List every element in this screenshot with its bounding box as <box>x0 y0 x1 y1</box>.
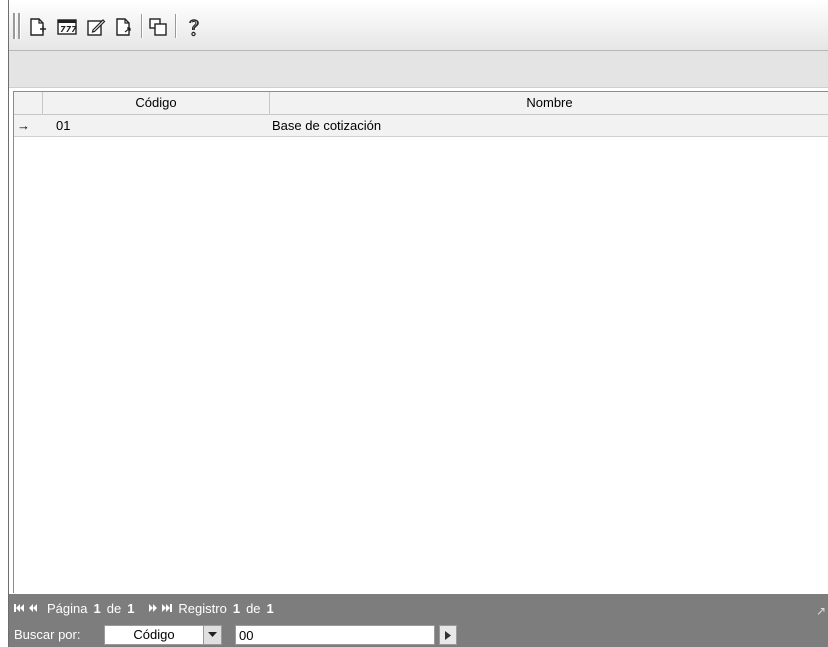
column-header-nombre[interactable]: Nombre <box>270 92 828 114</box>
copy-window-icon <box>149 18 167 36</box>
export-button[interactable] <box>113 16 135 38</box>
new-record-button[interactable] <box>27 16 49 38</box>
record-label: Registro <box>178 601 227 616</box>
search-go-button[interactable] <box>439 625 457 645</box>
page-total: 1 <box>127 601 135 616</box>
toolbar-grip-2[interactable] <box>18 13 21 39</box>
search-input[interactable] <box>235 625 435 645</box>
copy-window-button[interactable] <box>147 16 169 38</box>
new-document-icon <box>30 18 46 36</box>
grid-header: Código Nombre <box>14 92 828 115</box>
export-icon <box>116 18 131 36</box>
record-total: 1 <box>266 601 274 616</box>
next-page-button[interactable] <box>148 601 158 617</box>
prev-page-button[interactable] <box>28 601 38 617</box>
column-header-codigo[interactable]: Código <box>43 92 270 114</box>
toolbar: 777 <box>9 0 828 51</box>
page-of-label: de <box>106 601 122 616</box>
help-button[interactable] <box>183 16 205 38</box>
page-label: Página <box>47 601 88 616</box>
prev-page-icon <box>29 604 37 612</box>
help-icon <box>189 19 199 37</box>
first-page-button[interactable] <box>14 601 25 617</box>
data-grid: Código Nombre → 01 Base de cotización <box>13 91 828 593</box>
svg-text:777: 777 <box>60 25 77 34</box>
pager-footer: Página 1 de 1 Registro 1 de 1 ↗ Buscar p… <box>9 594 828 647</box>
record-of-label: de <box>246 601 261 616</box>
last-page-button[interactable] <box>161 601 173 617</box>
app-window: 777 Código Nombre → 01 Base de cotizació… <box>8 0 828 647</box>
secondary-toolbar <box>9 51 828 88</box>
chevron-down-icon <box>208 632 217 637</box>
pagination: Página 1 de 1 Registro 1 de 1 <box>14 601 274 617</box>
calculator-icon: 777 <box>57 19 77 35</box>
toolbar-separator <box>141 14 143 38</box>
first-page-icon <box>14 604 24 612</box>
cell-nombre[interactable]: Base de cotización <box>272 115 772 136</box>
cell-codigo[interactable]: 01 <box>56 115 256 136</box>
edit-icon <box>87 19 106 36</box>
table-row[interactable]: → 01 Base de cotización <box>14 115 828 137</box>
toolbar-separator-2 <box>175 14 177 38</box>
resize-arrow-icon[interactable]: ↗ <box>816 604 826 618</box>
play-arrow-icon <box>445 630 451 640</box>
toolbar-grip[interactable] <box>13 13 16 39</box>
next-page-icon <box>149 604 158 612</box>
row-indicator-arrow-icon: → <box>17 118 30 133</box>
page-current: 1 <box>93 601 101 616</box>
row-indicator-header <box>14 92 43 114</box>
dropdown-button[interactable] <box>203 626 221 644</box>
edit-button[interactable] <box>85 16 107 38</box>
search-field-value: Código <box>133 627 175 642</box>
last-page-icon <box>162 604 173 612</box>
search-bar: Buscar por: Código <box>9 623 828 647</box>
search-field-select[interactable]: Código <box>104 625 222 645</box>
calculator-button[interactable]: 777 <box>56 16 78 38</box>
search-label: Buscar por: <box>14 627 81 642</box>
record-current: 1 <box>232 601 241 616</box>
